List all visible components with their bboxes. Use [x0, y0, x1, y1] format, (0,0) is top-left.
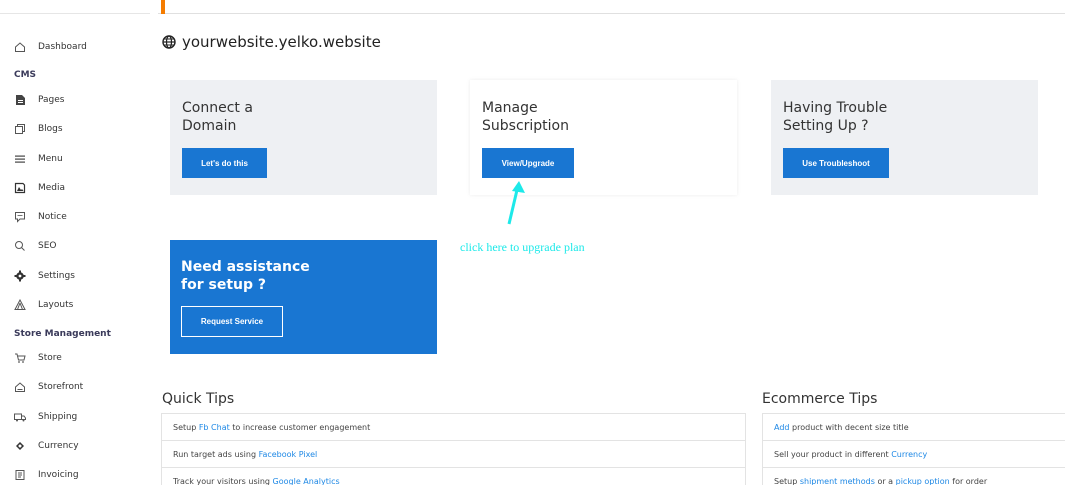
shipping-icon: [13, 410, 27, 424]
sidebar-item-storefront[interactable]: Storefront: [13, 377, 83, 397]
sidebar-item-layouts[interactable]: Layouts: [13, 295, 73, 315]
sidebar-item-label: Storefront: [38, 382, 84, 392]
quick-tips-list: Setup Fb Chat to increase customer engag…: [161, 413, 746, 485]
assistance-card: Need assistance for setup ? Request Serv…: [170, 240, 437, 354]
currency-link[interactable]: Currency: [891, 450, 927, 459]
home-icon: [13, 40, 27, 54]
request-service-button[interactable]: Request Service: [181, 306, 283, 337]
sidebar-item-label: SEO: [38, 241, 57, 251]
card-title: Manage Subscription: [482, 100, 569, 134]
view-upgrade-button[interactable]: View/Upgrade: [482, 148, 574, 178]
sidebar-item-settings[interactable]: Settings: [13, 266, 75, 286]
tip-text: product with decent size title: [789, 422, 909, 432]
gear-icon: [13, 269, 27, 283]
tip-text: for order: [949, 477, 988, 485]
fb-chat-link[interactable]: Fb Chat: [199, 423, 230, 432]
list-item: Setup Fb Chat to increase customer engag…: [162, 414, 745, 441]
list-item: Run target ads using Facebook Pixel: [162, 441, 745, 468]
quick-tips-title: Quick Tips: [162, 391, 235, 407]
currency-icon: [13, 439, 27, 453]
tip-text: or a: [874, 477, 896, 485]
list-item: Sell your product in different Currency: [763, 441, 1065, 468]
notice-icon: [13, 210, 27, 224]
pickup-option-link[interactable]: pickup option: [896, 477, 950, 485]
sidebar-item-pages[interactable]: Pages: [13, 90, 64, 110]
tip-text: Setup: [173, 422, 199, 432]
sidebar-item-label: Invoicing: [38, 470, 79, 480]
tip-text: Track your visitors using: [173, 477, 273, 485]
assistance-title: Need assistance for setup ?: [181, 259, 310, 293]
annotation-arrow-icon: [507, 181, 525, 225]
google-analytics-link[interactable]: Google Analytics: [273, 477, 340, 485]
troubleshoot-card: Having Trouble Setting Up ? Use Troubles…: [771, 80, 1038, 195]
logo-area: [0, 0, 150, 14]
sidebar-item-media[interactable]: Media: [13, 178, 65, 198]
globe-icon: [162, 35, 176, 49]
site-title-text: yourwebsite.yelko.website: [182, 33, 381, 51]
sidebar-item-label: Media: [38, 183, 66, 193]
sidebar-item-seo[interactable]: SEO: [13, 236, 56, 256]
ecommerce-tips-list: Add product with decent size title Sell …: [762, 413, 1065, 485]
menu-icon: [13, 152, 27, 166]
tip-text: Run target ads using: [173, 449, 259, 459]
sidebar-item-invoicing[interactable]: Invoicing: [13, 465, 79, 485]
media-icon: [13, 181, 27, 195]
sidebar: Dashboard CMS Pages Blogs Menu Media Not…: [0, 0, 150, 485]
annotation-text: click here to upgrade plan: [460, 240, 585, 254]
tip-text: to increase customer engagement: [229, 422, 371, 432]
page-icon: [13, 93, 27, 107]
add-product-link[interactable]: Add: [774, 423, 790, 432]
sidebar-item-label: Menu: [38, 154, 63, 164]
storefront-icon: [13, 380, 27, 394]
sidebar-heading-cms: CMS: [14, 70, 37, 80]
sidebar-item-label: Store: [38, 353, 62, 363]
connect-domain-card: Connect a Domain Let's do this: [170, 80, 437, 195]
sidebar-item-label: Currency: [38, 441, 79, 451]
sidebar-item-shipping[interactable]: Shipping: [13, 407, 77, 427]
store-icon: [13, 351, 27, 365]
blog-icon: [13, 122, 27, 136]
sidebar-item-label: Shipping: [38, 412, 78, 422]
sidebar-item-menu[interactable]: Menu: [13, 149, 63, 169]
card-title: Having Trouble Setting Up ?: [783, 100, 888, 134]
invoice-icon: [13, 468, 27, 482]
list-item: Add product with decent size title: [763, 414, 1065, 441]
layouts-icon: [13, 298, 27, 312]
sidebar-item-label: Layouts: [38, 300, 74, 310]
ecommerce-tips-title: Ecommerce Tips: [762, 391, 878, 407]
search-icon: [13, 239, 27, 253]
sidebar-item-store[interactable]: Store: [13, 348, 62, 368]
page-title: yourwebsite.yelko.website: [162, 33, 381, 51]
card-title: Connect a Domain: [182, 100, 253, 134]
shipment-methods-link[interactable]: shipment methods: [800, 477, 875, 485]
sidebar-item-currency[interactable]: Currency: [13, 436, 79, 456]
list-item: Setup shipment methods or a pickup optio…: [763, 468, 1065, 485]
sidebar-item-dashboard[interactable]: Dashboard: [13, 37, 87, 57]
top-bar: [158, 0, 1065, 14]
sidebar-item-label: Dashboard: [38, 42, 87, 52]
sidebar-item-notice[interactable]: Notice: [13, 207, 67, 227]
top-bar-accent: [161, 0, 165, 14]
sidebar-heading-store-management: Store Management: [14, 329, 111, 339]
sidebar-item-label: Pages: [38, 95, 65, 105]
sidebar-item-label: Settings: [38, 271, 75, 281]
use-troubleshoot-button[interactable]: Use Troubleshoot: [783, 148, 889, 178]
sidebar-item-label: Blogs: [38, 124, 63, 134]
list-item: Track your visitors using Google Analyti…: [162, 468, 745, 485]
tip-text: Sell your product in different: [774, 449, 892, 459]
tip-text: Setup: [774, 477, 800, 485]
facebook-pixel-link[interactable]: Facebook Pixel: [259, 450, 318, 459]
lets-do-this-button[interactable]: Let's do this: [182, 148, 267, 178]
sidebar-item-blogs[interactable]: Blogs: [13, 119, 63, 139]
sidebar-item-label: Notice: [38, 212, 67, 222]
